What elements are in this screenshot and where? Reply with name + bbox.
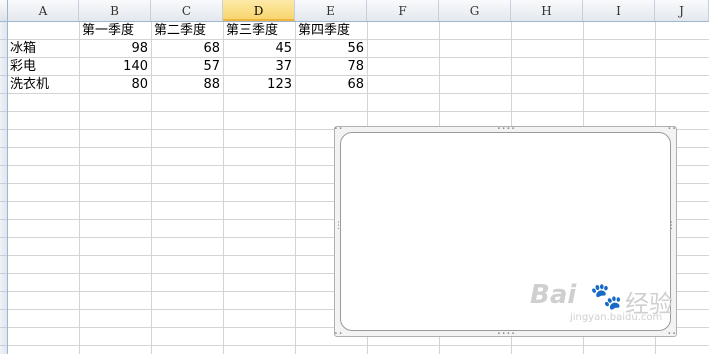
cell-d1[interactable]: 第三季度 <box>226 21 294 39</box>
column-header-j[interactable]: J <box>655 0 709 21</box>
resize-handle-right[interactable]: ⋮ <box>667 222 677 231</box>
select-all-corner[interactable] <box>0 0 8 21</box>
column-header-row: A B C D E F G H I J <box>0 0 709 22</box>
cell-e2[interactable]: 56 <box>296 39 364 57</box>
grid-line <box>8 111 709 112</box>
column-header-i[interactable]: I <box>583 0 655 21</box>
cell-e4[interactable]: 68 <box>296 75 364 93</box>
watermark-url: jingyan.baidu.com <box>570 312 663 323</box>
grid-line <box>8 345 709 346</box>
grid-line <box>8 93 709 94</box>
cell-e3[interactable]: 78 <box>296 57 364 75</box>
cell-d3[interactable]: 37 <box>224 57 292 75</box>
resize-handle-top-right[interactable]: ∙∙ <box>667 126 677 132</box>
resize-handle-bottom-left[interactable]: ∙∙ <box>334 331 344 337</box>
column-header-f[interactable]: F <box>367 0 439 21</box>
cell-a2[interactable]: 冰箱 <box>10 39 78 57</box>
cell-b2[interactable]: 98 <box>80 39 148 57</box>
baidu-watermark: Bai 🐾 经验 jingyan.baidu.com <box>530 280 700 328</box>
column-header-e[interactable]: E <box>295 0 367 21</box>
cell-b1[interactable]: 第一季度 <box>82 21 150 39</box>
resize-handle-bottom[interactable]: ∙∙∙∙ <box>497 331 516 337</box>
cell-a3[interactable]: 彩电 <box>10 57 78 75</box>
resize-handle-bottom-right[interactable]: ∙∙ <box>667 331 677 337</box>
cell-d2[interactable]: 45 <box>224 39 292 57</box>
cell-a4[interactable]: 洗衣机 <box>10 75 78 93</box>
resize-handle-left[interactable]: ⋮ <box>334 222 344 231</box>
column-header-h[interactable]: H <box>511 0 583 21</box>
column-header-d[interactable]: D <box>223 0 295 21</box>
cell-b4[interactable]: 80 <box>80 75 148 93</box>
cell-d4[interactable]: 123 <box>224 75 292 93</box>
column-header-b[interactable]: B <box>79 0 151 21</box>
paw-icon: 🐾 <box>590 282 623 312</box>
watermark-brand: Bai <box>530 280 577 310</box>
cell-c2[interactable]: 68 <box>152 39 220 57</box>
resize-handle-top-left[interactable]: ∙∙ <box>334 126 344 132</box>
column-header-a[interactable]: A <box>8 0 79 21</box>
column-header-g[interactable]: G <box>439 0 511 21</box>
cell-b3[interactable]: 140 <box>80 57 148 75</box>
cell-e1[interactable]: 第四季度 <box>298 21 366 39</box>
cell-c4[interactable]: 88 <box>152 75 220 93</box>
column-header-c[interactable]: C <box>151 0 223 21</box>
cell-c3[interactable]: 57 <box>152 57 220 75</box>
resize-handle-top[interactable]: ∙∙∙∙ <box>497 126 516 132</box>
cell-c1[interactable]: 第二季度 <box>154 21 222 39</box>
row-header-gutter[interactable] <box>0 22 8 354</box>
spreadsheet[interactable]: A B C D E F G H I J 第一季度 第二季度 第三季度 第四季度 … <box>0 0 709 354</box>
